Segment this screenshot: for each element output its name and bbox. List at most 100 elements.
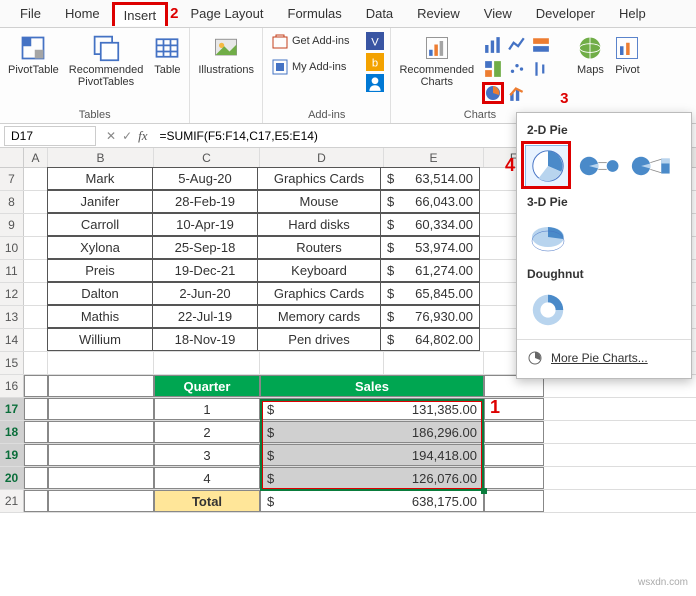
sales-cell[interactable]: $131,385.00 [260, 398, 484, 420]
pie-2d-option[interactable] [525, 145, 571, 187]
sales-cell[interactable]: $126,076.00 [260, 467, 484, 489]
product-cell[interactable]: Mouse [257, 190, 381, 213]
product-cell[interactable]: Graphics Cards [257, 167, 381, 190]
product-cell[interactable]: Keyboard [257, 259, 381, 282]
quarter-cell[interactable]: 3 [154, 444, 260, 466]
col-D[interactable]: D [260, 148, 384, 167]
get-addins-button[interactable]: Get Add-ins [269, 32, 352, 50]
tab-review[interactable]: Review [405, 0, 472, 27]
quarter-cell[interactable]: 4 [154, 467, 260, 489]
name-cell[interactable]: Xylona [47, 236, 153, 259]
enter-icon[interactable]: ✓ [122, 129, 132, 143]
name-cell[interactable]: Willium [47, 328, 153, 351]
tab-view[interactable]: View [472, 0, 524, 27]
row-19-header[interactable]: 19 [0, 444, 24, 466]
amount-cell[interactable]: $61,274.00 [380, 259, 480, 282]
tab-file[interactable]: File [8, 0, 53, 27]
pivotchart-button[interactable]: Pivot [612, 32, 642, 78]
row-18-header[interactable]: 18 [0, 421, 24, 443]
row-10-header[interactable]: 10 [0, 237, 24, 259]
name-cell[interactable]: Dalton [47, 282, 153, 305]
date-cell[interactable]: 5-Aug-20 [152, 167, 258, 190]
col-C[interactable]: C [154, 148, 260, 167]
select-all-corner[interactable] [0, 148, 24, 167]
chart-column-button[interactable] [482, 34, 504, 56]
product-cell[interactable]: Routers [257, 236, 381, 259]
row-14-header[interactable]: 14 [0, 329, 24, 351]
product-cell[interactable]: Graphics Cards [257, 282, 381, 305]
sales-cell[interactable]: $186,296.00 [260, 421, 484, 443]
col-A[interactable]: A [24, 148, 48, 167]
col-B[interactable]: B [48, 148, 154, 167]
tab-formulas[interactable]: Formulas [276, 0, 354, 27]
amount-cell[interactable]: $60,334.00 [380, 213, 480, 236]
row-12-header[interactable]: 12 [0, 283, 24, 305]
chart-scatter-button[interactable] [506, 58, 528, 80]
row-11-header[interactable]: 11 [0, 260, 24, 282]
chart-line-button[interactable] [506, 34, 528, 56]
row-17-header[interactable]: 17 [0, 398, 24, 420]
tab-page-layout[interactable]: Page Layout [179, 0, 276, 27]
bing-icon[interactable]: b [366, 53, 384, 71]
pivottable-button[interactable]: PivotTable [6, 32, 61, 78]
cancel-icon[interactable]: ✕ [106, 129, 116, 143]
row-20-header[interactable]: 20 [0, 467, 24, 489]
date-cell[interactable]: 18-Nov-19 [152, 328, 258, 351]
name-cell[interactable]: Mark [47, 167, 153, 190]
product-cell[interactable]: Hard disks [257, 213, 381, 236]
total-value-cell[interactable]: $ 638,175.00 [260, 490, 484, 512]
date-cell[interactable]: 25-Sep-18 [152, 236, 258, 259]
row-13-header[interactable]: 13 [0, 306, 24, 328]
row-15-header[interactable]: 15 [0, 352, 24, 374]
name-box[interactable] [4, 126, 96, 146]
row-7-header[interactable]: 7 [0, 168, 24, 190]
date-cell[interactable]: 19-Dec-21 [152, 259, 258, 282]
row-8-header[interactable]: 8 [0, 191, 24, 213]
fx-icon[interactable]: fx [138, 128, 147, 144]
table-button[interactable]: Table [151, 32, 183, 78]
my-addins-button[interactable]: My Add-ins [269, 58, 352, 76]
quarter-cell[interactable]: 2 [154, 421, 260, 443]
amount-cell[interactable]: $66,043.00 [380, 190, 480, 213]
date-cell[interactable]: 28-Feb-19 [152, 190, 258, 213]
selection-handle[interactable] [481, 488, 487, 494]
chart-hierarchy-button[interactable] [482, 58, 504, 80]
product-cell[interactable]: Pen drives [257, 328, 381, 351]
chart-winloss-button[interactable] [530, 34, 552, 56]
pie-3d-option[interactable] [525, 217, 571, 259]
more-pie-charts[interactable]: More Pie Charts... [517, 344, 691, 372]
amount-cell[interactable]: $65,845.00 [380, 282, 480, 305]
amount-cell[interactable]: $64,802.00 [380, 328, 480, 351]
col-E[interactable]: E [384, 148, 484, 167]
row-16-header[interactable]: 16 [0, 375, 24, 397]
tab-data[interactable]: Data [354, 0, 405, 27]
tab-developer[interactable]: Developer [524, 0, 607, 27]
name-cell[interactable]: Carroll [47, 213, 153, 236]
name-cell[interactable]: Janifer [47, 190, 153, 213]
chart-stock-button[interactable] [530, 58, 552, 80]
date-cell[interactable]: 10-Apr-19 [152, 213, 258, 236]
name-cell[interactable]: Preis [47, 259, 153, 282]
recommended-pivottables-button[interactable]: Recommended PivotTables [67, 32, 146, 90]
pie-of-pie-option[interactable] [577, 145, 623, 187]
tab-home[interactable]: Home [53, 0, 112, 27]
date-cell[interactable]: 22-Jul-19 [152, 305, 258, 328]
sales-cell[interactable]: $194,418.00 [260, 444, 484, 466]
quarter-cell[interactable]: 1 [154, 398, 260, 420]
amount-cell[interactable]: $53,974.00 [380, 236, 480, 259]
row-21-header[interactable]: 21 [0, 490, 24, 512]
amount-cell[interactable]: $76,930.00 [380, 305, 480, 328]
name-cell[interactable]: Mathis [47, 305, 153, 328]
maps-button[interactable]: Maps [574, 32, 606, 78]
tab-help[interactable]: Help [607, 0, 658, 27]
amount-cell[interactable]: $63,514.00 [380, 167, 480, 190]
chart-pie-button[interactable] [482, 82, 504, 104]
visio-icon[interactable]: V [366, 32, 384, 50]
people-icon[interactable] [366, 74, 384, 92]
recommended-charts-button[interactable]: Recommended Charts [397, 32, 476, 90]
tab-insert[interactable]: Insert [112, 2, 169, 26]
bar-of-pie-option[interactable] [629, 145, 675, 187]
date-cell[interactable]: 2-Jun-20 [152, 282, 258, 305]
doughnut-option[interactable] [525, 289, 571, 331]
illustrations-button[interactable]: Illustrations [196, 32, 256, 78]
